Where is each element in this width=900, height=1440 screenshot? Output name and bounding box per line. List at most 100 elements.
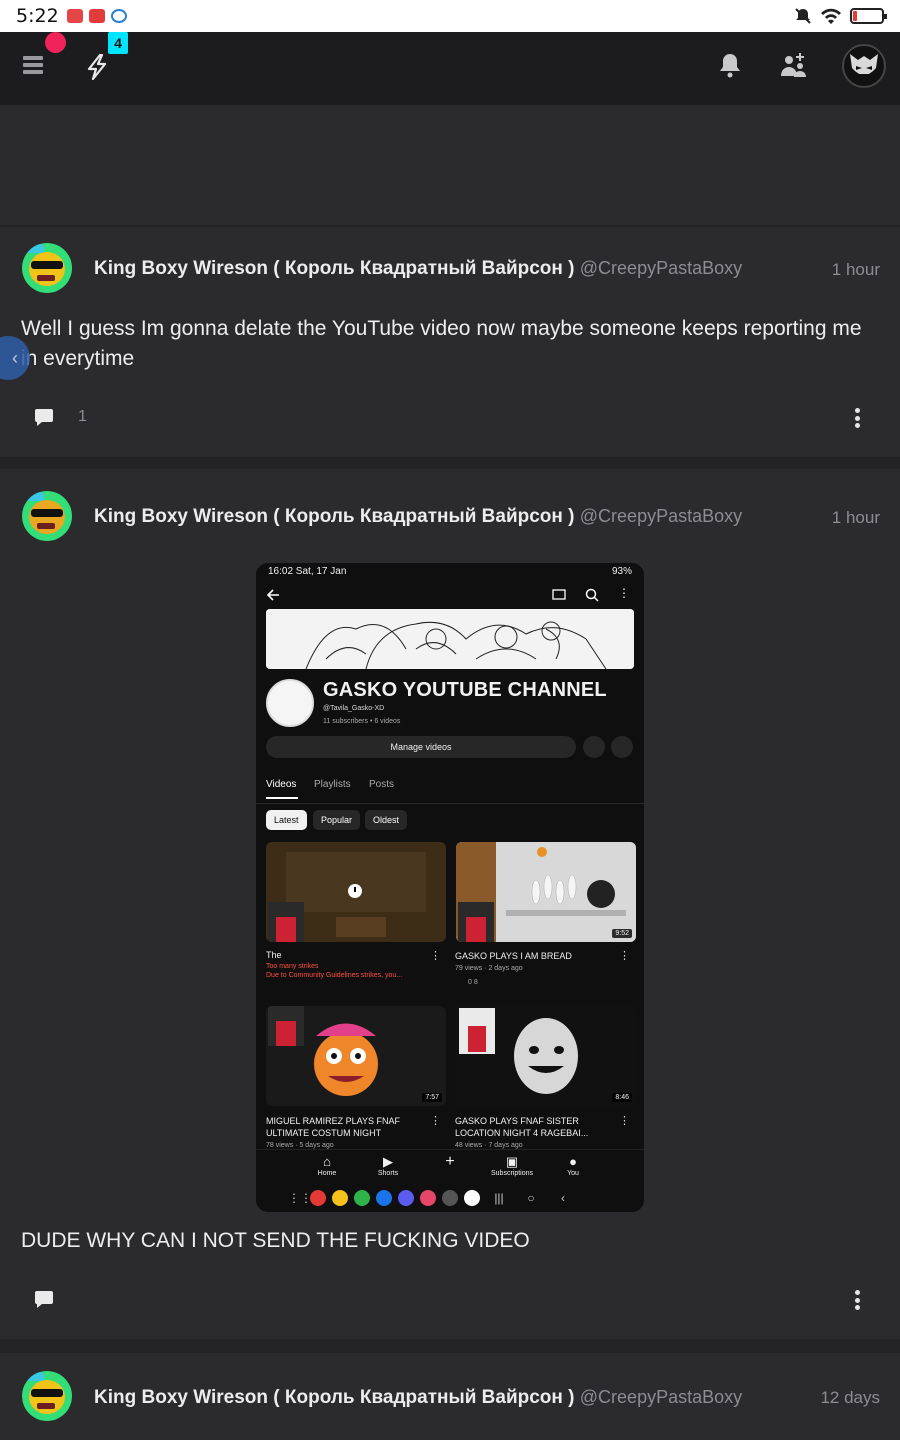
author-handle[interactable]: @CreepyPastaBoxy bbox=[580, 258, 742, 278]
embedded-system-nav: ⋮⋮ ||| ○ ‹ bbox=[256, 1183, 644, 1212]
nav-you: ● You bbox=[543, 1154, 603, 1177]
menu-icon[interactable] bbox=[23, 56, 43, 74]
notification-count-badge: 4 bbox=[108, 32, 128, 54]
edit-icon bbox=[611, 736, 633, 758]
tab-playlists: Playlists bbox=[314, 779, 351, 790]
plus-icon: + bbox=[445, 1153, 455, 1170]
dock-app-icon bbox=[376, 1189, 392, 1206]
author-line[interactable]: King Boxy Wireson ( Король Квадратный Ва… bbox=[94, 1387, 742, 1409]
app-notification-icon bbox=[110, 9, 127, 23]
author-avatar[interactable] bbox=[22, 491, 72, 541]
chip-latest: Latest bbox=[266, 810, 307, 830]
post-time: 1 hour bbox=[831, 508, 880, 527]
battery-icon bbox=[850, 8, 887, 24]
video-meta: 48 views · 7 days ago bbox=[455, 1142, 523, 1149]
subscriptions-icon: ▣ bbox=[505, 1154, 519, 1169]
video-title: GASKO PLAYS I AM BREAD bbox=[455, 951, 572, 961]
nav-home: ⌂ Home bbox=[297, 1154, 357, 1177]
author-avatar[interactable] bbox=[22, 243, 72, 293]
embedded-status-time: 16:02 Sat, 17 Jan bbox=[268, 566, 347, 577]
dock-app-icon bbox=[398, 1189, 414, 1206]
video-thumbnail: 7:57 bbox=[266, 1006, 446, 1106]
channel-stats: 11 subscribers • 6 videos bbox=[323, 718, 401, 725]
post-time: 1 hour bbox=[831, 260, 880, 279]
author-handle[interactable]: @CreepyPastaBoxy bbox=[580, 1387, 742, 1407]
channel-banner bbox=[266, 609, 634, 669]
post-card[interactable]: King Boxy Wireson ( Король Квадратный Ва… bbox=[0, 1353, 900, 1440]
embedded-status-bar: 16:02 Sat, 17 Jan 93% bbox=[256, 563, 644, 581]
nav-create: + bbox=[420, 1154, 480, 1170]
dock-app-icon bbox=[310, 1189, 326, 1206]
dock-app-icon bbox=[420, 1189, 436, 1206]
cast-icon bbox=[552, 589, 566, 600]
back-icon: ‹ bbox=[561, 1190, 565, 1205]
video-title: MIGUEL RAMIREZ PLAYS FNAF ULTIMATE COSTU… bbox=[266, 1116, 401, 1138]
feed-top-spacer bbox=[0, 105, 900, 225]
home-icon: ⌂ bbox=[323, 1154, 331, 1169]
video-meta: Too many strikes bbox=[266, 963, 319, 970]
dock-app-icon bbox=[354, 1189, 370, 1206]
video-duration: 7:57 bbox=[422, 1093, 442, 1102]
video-more-icon: ⋮ bbox=[430, 950, 441, 962]
status-right-icons bbox=[794, 7, 887, 25]
video-stats: 0 8 bbox=[468, 979, 478, 986]
more-options-icon[interactable] bbox=[854, 408, 860, 428]
app-notification-icon bbox=[88, 9, 105, 23]
recents-icon: ||| bbox=[494, 1190, 504, 1205]
dock-app-icon bbox=[442, 1189, 458, 1206]
system-status-bar: 5:22 bbox=[0, 0, 900, 32]
video-thumbnail bbox=[266, 842, 446, 942]
nav-subscriptions: ▣ Subscriptions bbox=[482, 1154, 542, 1177]
back-arrow-icon bbox=[266, 589, 279, 601]
comment-icon[interactable] bbox=[34, 408, 54, 426]
video-thumbnail: 9:52 bbox=[456, 842, 636, 942]
app-header: 4 bbox=[0, 32, 900, 105]
search-icon bbox=[585, 588, 599, 602]
author-handle[interactable]: @CreepyPastaBoxy bbox=[580, 506, 742, 526]
channel-handle: @Tavila_Gasko-XD bbox=[323, 705, 385, 712]
author-name[interactable]: King Boxy Wireson ( Король Квадратный Ва… bbox=[94, 1387, 575, 1408]
you-avatar-icon: ● bbox=[569, 1154, 577, 1169]
dock-app-icon bbox=[332, 1189, 348, 1206]
video-thumbnail: 8:46 bbox=[456, 1006, 636, 1106]
embedded-nav: ⋮ bbox=[256, 585, 644, 605]
channel-avatar bbox=[266, 679, 314, 727]
embedded-battery: 93% bbox=[611, 566, 632, 577]
author-name[interactable]: King Boxy Wireson ( Король Квадратный Ва… bbox=[94, 506, 575, 527]
divider bbox=[0, 1339, 900, 1353]
post-text: DUDE WHY CAN I NOT SEND THE FUCKING VIDE… bbox=[21, 1229, 530, 1252]
comment-icon[interactable] bbox=[34, 1290, 54, 1308]
tab-posts: Posts bbox=[369, 779, 395, 790]
lightning-icon[interactable] bbox=[84, 54, 110, 80]
wifi-icon bbox=[821, 8, 841, 24]
embedded-bottom-nav: ⌂ Home ▶ Shorts + ▣ Subscriptions ● You bbox=[256, 1149, 644, 1183]
more-options-icon[interactable] bbox=[854, 1290, 860, 1310]
video-meta: 79 views · 2 days ago bbox=[455, 965, 523, 972]
analytics-icon bbox=[583, 736, 605, 758]
channel-name: GASKO YOUTUBE CHANNEL bbox=[323, 679, 607, 701]
bell-icon[interactable] bbox=[718, 52, 742, 78]
author-avatar[interactable] bbox=[22, 1371, 72, 1421]
apps-grid-icon: ⋮⋮ bbox=[288, 1190, 312, 1205]
manage-videos-button: Manage videos bbox=[266, 736, 576, 758]
author-line[interactable]: King Boxy Wireson ( Король Квадратный Ва… bbox=[94, 258, 742, 280]
shorts-icon: ▶ bbox=[383, 1154, 393, 1169]
video-meta: 78 views · 5 days ago bbox=[266, 1142, 334, 1149]
status-app-icons bbox=[66, 9, 127, 23]
video-more-icon: ⋮ bbox=[430, 1115, 441, 1127]
profile-avatar[interactable] bbox=[842, 44, 886, 88]
add-friends-icon[interactable] bbox=[780, 52, 808, 78]
video-title: The bbox=[266, 950, 282, 960]
author-line[interactable]: King Boxy Wireson ( Король Квадратный Ва… bbox=[94, 506, 742, 528]
video-more-icon: ⋮ bbox=[619, 1115, 630, 1127]
post-image[interactable]: 16:02 Sat, 17 Jan 93% ⋮ GASKO YOUTUBE CH… bbox=[256, 563, 644, 1212]
comment-count: 1 bbox=[78, 408, 87, 425]
nav-shorts: ▶ Shorts bbox=[358, 1154, 418, 1177]
tab-videos: Videos bbox=[266, 779, 297, 790]
author-name[interactable]: King Boxy Wireson ( Король Квадратный Ва… bbox=[94, 258, 575, 279]
post-card[interactable]: King Boxy Wireson ( Король Квадратный Ва… bbox=[0, 227, 900, 457]
video-meta: Due to Community Guidelines strikes, you… bbox=[266, 972, 403, 979]
video-title: GASKO PLAYS FNAF SISTER LOCATION NIGHT 4… bbox=[455, 1116, 589, 1138]
divider bbox=[256, 803, 644, 804]
chip-popular: Popular bbox=[313, 810, 361, 830]
